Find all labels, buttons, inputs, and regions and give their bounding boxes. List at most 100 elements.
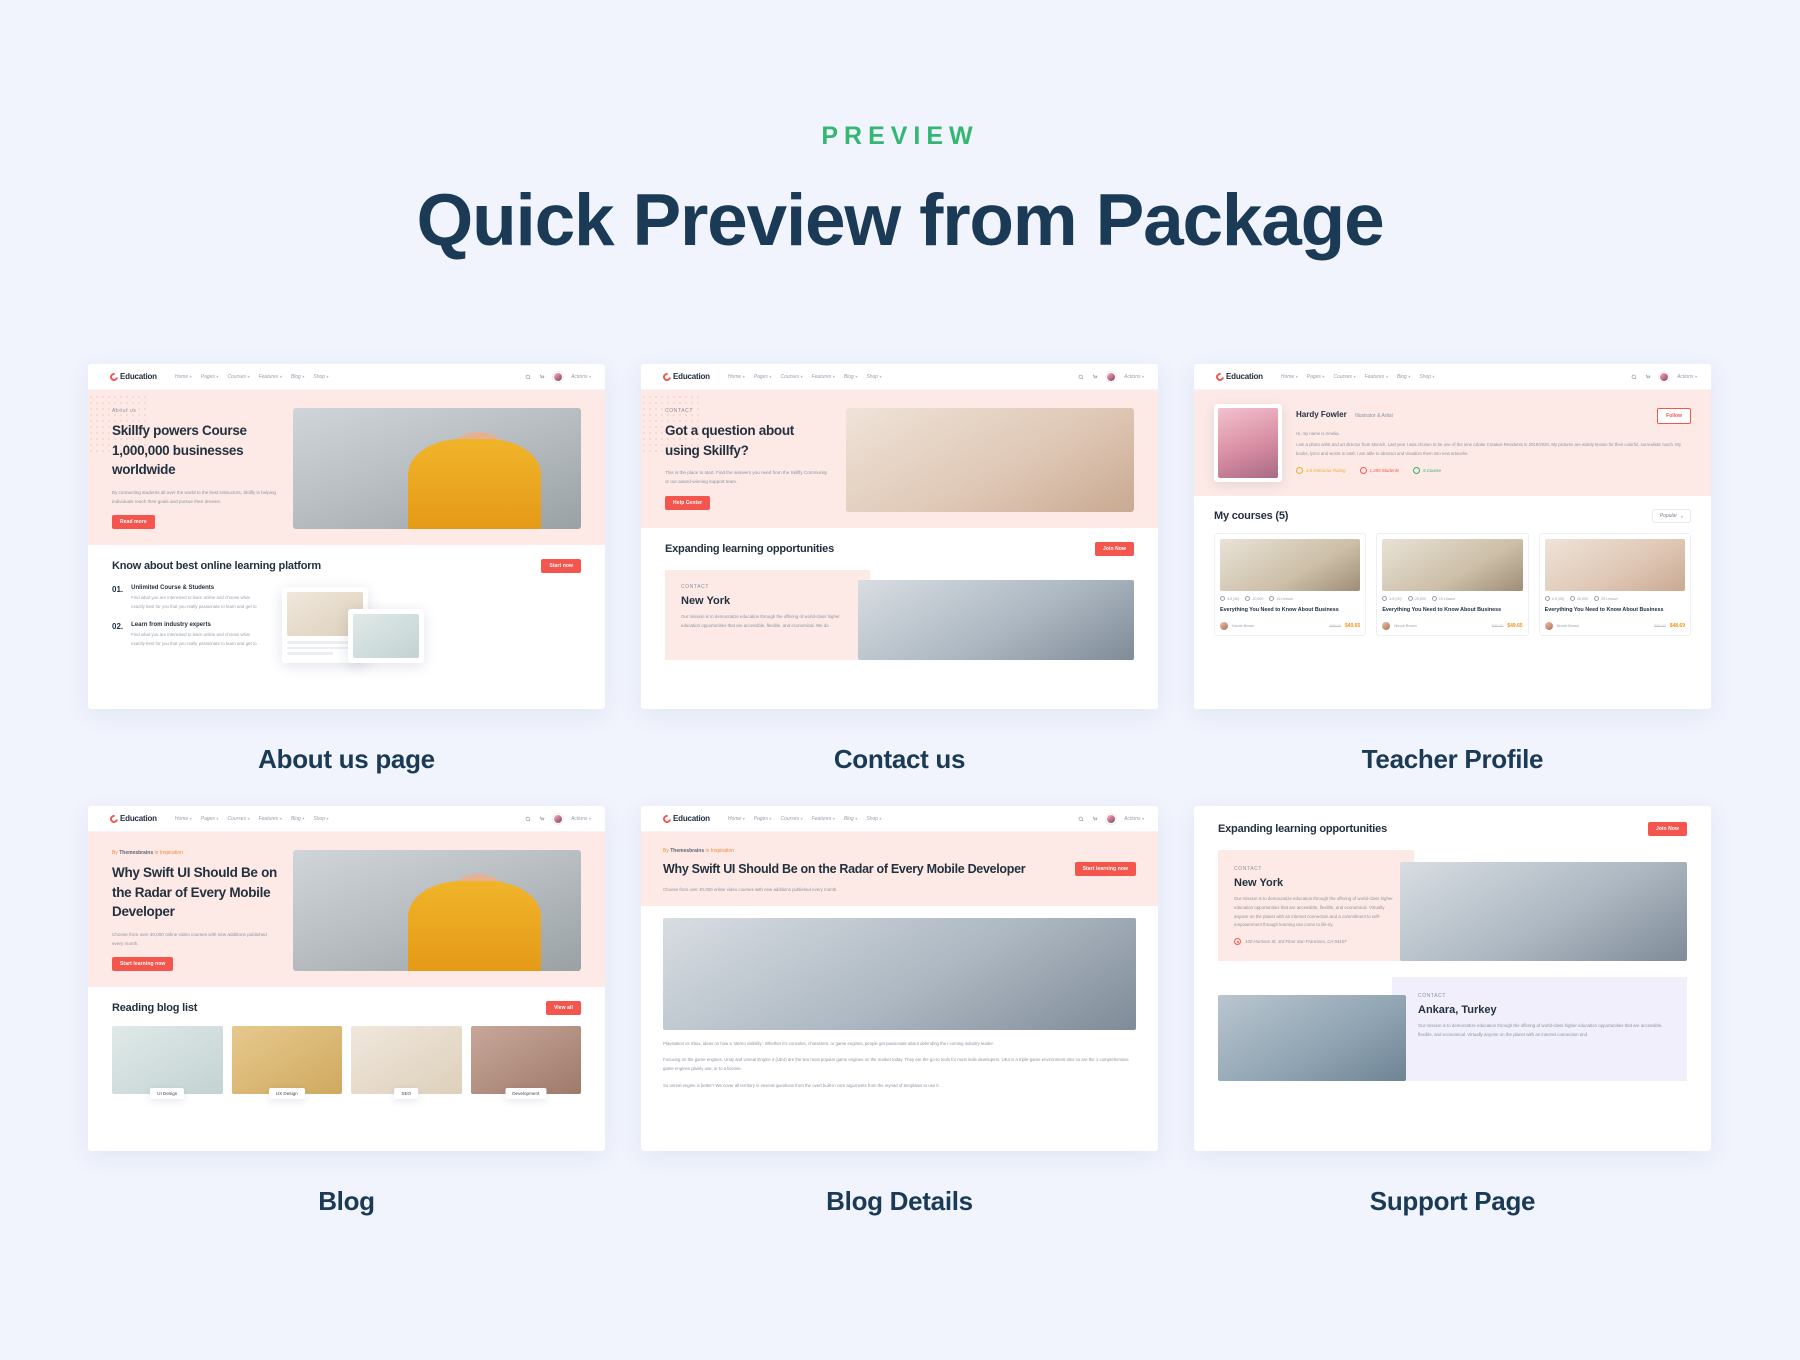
location-text: CONTACT Ankara, Turkey Our mission is to… — [1392, 977, 1687, 1082]
help-center-button[interactable]: Help Center — [665, 495, 711, 510]
blog-card[interactable]: Development — [470, 1026, 581, 1100]
blog-tag[interactable]: UX Design — [268, 1088, 305, 1100]
sort-dropdown[interactable]: Popular ▾ — [1651, 509, 1691, 523]
read-more-button[interactable]: Read more — [112, 515, 155, 530]
nav-item-shop[interactable]: Shop ▾ — [313, 816, 328, 822]
chevron-down-icon: ▾ — [1408, 374, 1411, 379]
cart-icon[interactable] — [1092, 816, 1098, 822]
avatar[interactable] — [553, 813, 564, 824]
students-icon — [1359, 467, 1367, 475]
nav-item-home[interactable]: Home ▾ — [175, 374, 192, 380]
start-learning-button[interactable]: Start learning now — [112, 957, 174, 972]
nav-user-menu[interactable]: Actions ▾ — [1124, 816, 1144, 822]
cart-icon[interactable] — [539, 374, 545, 380]
chevron-down-icon: ▾ — [302, 374, 305, 379]
byline-author[interactable]: Themesbrains — [670, 848, 704, 854]
byline-author[interactable]: Themesbrains — [119, 850, 153, 856]
nav-item-pages[interactable]: Pages ▾ — [754, 816, 772, 822]
site-logo[interactable]: Education — [1214, 370, 1263, 383]
nav-item-pages[interactable]: Pages ▾ — [201, 816, 219, 822]
screenshot-support-page[interactable]: Expanding learning opportunities Join No… — [1194, 806, 1711, 1151]
nav-item-pages[interactable]: Pages ▾ — [1307, 374, 1325, 380]
course-price-old: $96.00 — [1654, 623, 1666, 628]
mini-navbar: Education Home ▾ Pages ▾ Courses ▾ Features… — [641, 806, 1158, 832]
course-card[interactable]: 4.8 (30) 20,800 19 Lesson Everything You… — [1376, 533, 1529, 636]
nav-item-blog[interactable]: Blog ▾ — [1397, 374, 1411, 380]
nav-item-pages[interactable]: Pages ▾ — [754, 374, 772, 380]
nav-item-shop[interactable]: Shop ▾ — [313, 374, 328, 380]
nav-item-blog[interactable]: Blog ▾ — [844, 374, 858, 380]
blog-card[interactable]: UX Design — [231, 1026, 342, 1100]
nav-item-features[interactable]: Features ▾ — [812, 374, 835, 380]
cart-icon[interactable] — [1092, 374, 1098, 380]
nav-item-features[interactable]: Features ▾ — [812, 816, 835, 822]
nav-item-home[interactable]: Home ▾ — [1281, 374, 1298, 380]
nav-item-home[interactable]: Home ▾ — [728, 374, 745, 380]
follow-button[interactable]: Follow — [1657, 408, 1691, 424]
site-logo[interactable]: Education — [661, 370, 710, 383]
byline-category[interactable]: Inspiration — [160, 850, 183, 856]
nav-item-pages[interactable]: Pages ▾ — [201, 374, 219, 380]
course-card[interactable]: 4.8 (30) 28,000 39 Lesson Everything You… — [1538, 533, 1691, 636]
search-icon[interactable] — [525, 816, 531, 822]
site-logo[interactable]: Education — [108, 812, 157, 825]
search-icon[interactable] — [1078, 816, 1084, 822]
blog-tag[interactable]: SEO — [394, 1088, 419, 1100]
avatar[interactable] — [553, 371, 564, 382]
nav-item-courses[interactable]: Courses ▾ — [227, 374, 249, 380]
nav-item-blog[interactable]: Blog ▾ — [291, 816, 305, 822]
search-icon[interactable] — [525, 374, 531, 380]
nav-item-courses[interactable]: Courses ▾ — [227, 816, 249, 822]
avatar[interactable] — [1106, 371, 1117, 382]
nav-item-shop[interactable]: Shop ▾ — [866, 374, 881, 380]
section-header: Expanding learning opportunities Join No… — [665, 542, 1134, 556]
site-logo[interactable]: Education — [661, 812, 710, 825]
screenshot-blog-details[interactable]: Education Home ▾ Pages ▾ Courses ▾ Features… — [641, 806, 1158, 1151]
view-all-button[interactable]: View all — [545, 1001, 581, 1016]
nav-item-blog[interactable]: Blog ▾ — [291, 374, 305, 380]
blog-card[interactable]: SEO — [351, 1026, 462, 1100]
nav-user-menu[interactable]: Actions ▾ — [1677, 374, 1697, 380]
start-now-button[interactable]: Start now — [541, 559, 581, 574]
nav-user-menu[interactable]: Actions ▾ — [571, 816, 591, 822]
nav-user-menu[interactable]: Actions ▾ — [571, 374, 591, 380]
nav-item-features[interactable]: Features ▾ — [1365, 374, 1388, 380]
hero-copy: By Themesbrains in Inspiration Why Swift… — [112, 850, 277, 972]
join-now-button[interactable]: Join Now — [1094, 542, 1134, 556]
nav-item-home[interactable]: Home ▾ — [175, 816, 192, 822]
site-logo[interactable]: Education — [108, 370, 157, 383]
byline-category[interactable]: Inspiration — [711, 848, 734, 854]
nav-item-shop[interactable]: Shop ▾ — [866, 816, 881, 822]
blog-tag[interactable]: Development — [505, 1088, 547, 1100]
nav-user-menu[interactable]: Actions ▾ — [1124, 374, 1144, 380]
nav-item-home[interactable]: Home ▾ — [728, 816, 745, 822]
screenshot-blog[interactable]: Education Home ▾ Pages ▾ Courses ▾ Features… — [88, 806, 605, 1151]
nav-item-shop[interactable]: Shop ▾ — [1419, 374, 1434, 380]
avatar[interactable] — [1106, 813, 1117, 824]
join-now-button[interactable]: Join Now — [1647, 822, 1687, 836]
start-learning-button[interactable]: Start learning now — [1074, 862, 1136, 876]
blog-tag[interactable]: UI Design — [150, 1088, 185, 1100]
nav-item-courses[interactable]: Courses ▾ — [780, 374, 802, 380]
nav-item-courses[interactable]: Courses ▾ — [1333, 374, 1355, 380]
about-illustrations — [276, 585, 581, 691]
blog-card[interactable]: UI Design — [112, 1026, 223, 1100]
screenshot-contact-us[interactable]: Education Home ▾ Pages ▾ Courses ▾ Features… — [641, 364, 1158, 709]
screenshot-teacher-profile[interactable]: Education Home ▾ Pages ▾ Courses ▾ Features… — [1194, 364, 1711, 709]
screenshot-about-us[interactable]: Education Home ▾ Pages ▾ Courses ▾ Features… — [88, 364, 605, 709]
my-courses-section: My courses (5) Popular ▾ 4.8 (30) 20,800 … — [1194, 496, 1711, 649]
nav-item-features[interactable]: Features ▾ — [259, 816, 282, 822]
chevron-down-icon: ▾ — [279, 374, 282, 379]
cart-icon[interactable] — [1645, 374, 1651, 380]
search-icon[interactable] — [1631, 374, 1637, 380]
hero-kicker: CONTACT — [665, 408, 693, 414]
cart-icon[interactable] — [539, 816, 545, 822]
course-price-old: $89.00 — [1329, 623, 1342, 628]
nav-item-features[interactable]: Features ▾ — [259, 374, 282, 380]
nav-item-blog[interactable]: Blog ▾ — [844, 816, 858, 822]
search-icon[interactable] — [1078, 374, 1084, 380]
course-card[interactable]: 4.8 (30) 20,800 19 Lesson Everything You… — [1214, 533, 1367, 636]
nav-item-courses[interactable]: Courses ▾ — [780, 816, 802, 822]
contact-location-block: CONTACT New York Our mission is to democ… — [665, 570, 1134, 660]
avatar[interactable] — [1659, 371, 1670, 382]
